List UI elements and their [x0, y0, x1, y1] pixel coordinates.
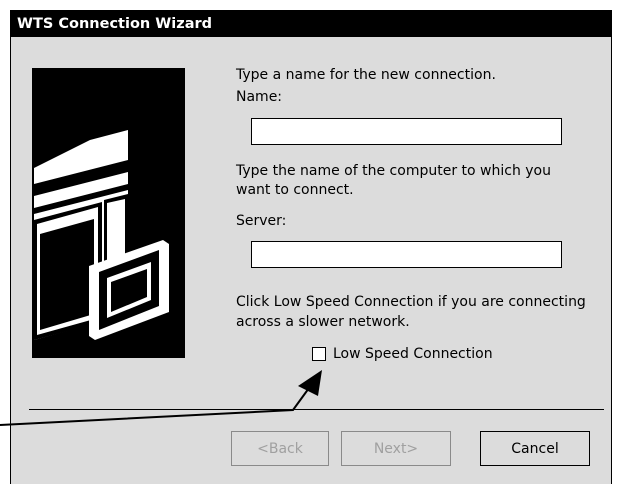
wizard-window: WTS Connection Wizard Type a name for th…: [10, 10, 612, 484]
monitor-icon: [89, 240, 169, 340]
name-input[interactable]: [251, 118, 562, 145]
back-button[interactable]: <Back: [231, 431, 329, 466]
server-instruction-line2: want to connect.: [236, 182, 354, 198]
server-label: Server:: [236, 213, 287, 229]
name-instruction: Type a name for the new connection.: [236, 67, 496, 83]
next-button[interactable]: Next>: [341, 431, 451, 466]
low-speed-checkbox[interactable]: [312, 347, 326, 361]
title-bar: WTS Connection Wizard: [11, 11, 611, 37]
server-instruction-line1: Type the name of the computer to which y…: [236, 163, 551, 179]
speed-instruction-line2: across a slower network.: [236, 314, 410, 330]
speed-instruction-line1: Click Low Speed Connection if you are co…: [236, 294, 586, 310]
cancel-button[interactable]: Cancel: [480, 431, 590, 466]
low-speed-label[interactable]: Low Speed Connection: [333, 346, 493, 362]
server-input[interactable]: [251, 241, 562, 268]
window-title: WTS Connection Wizard: [17, 16, 213, 32]
low-speed-option[interactable]: Low Speed Connection: [312, 344, 493, 364]
wizard-illustration: [32, 68, 185, 358]
name-label: Name:: [236, 89, 283, 105]
footer-divider: [29, 409, 604, 410]
